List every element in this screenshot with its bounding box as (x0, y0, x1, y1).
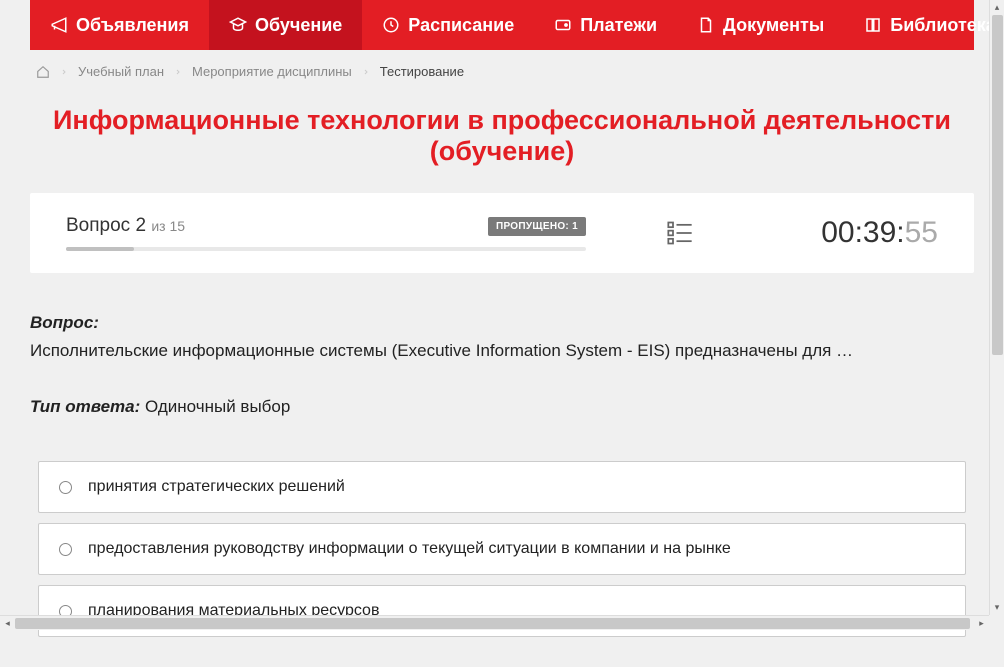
chevron-right-icon (174, 66, 182, 78)
book-icon (864, 16, 882, 34)
question-text: Исполнительские информационные системы (… (30, 341, 974, 361)
radio-icon (59, 481, 72, 494)
graduation-icon (229, 16, 247, 34)
question-list-icon[interactable] (666, 219, 694, 247)
nav-announcements[interactable]: Объявления (30, 0, 209, 50)
breadcrumb-current: Тестирование (380, 64, 464, 79)
answer-text: принятия стратегических решений (88, 478, 345, 496)
progress-fill (66, 247, 134, 251)
scroll-up-arrow-icon[interactable]: ▴ (990, 0, 1004, 15)
answers-list: принятия стратегических решений предоста… (30, 461, 974, 637)
breadcrumb-link-plan[interactable]: Учебный план (78, 64, 164, 79)
chevron-right-icon (60, 66, 68, 78)
answer-type-label: Тип ответа: (30, 397, 140, 416)
scroll-left-arrow-icon[interactable]: ◂ (0, 616, 15, 630)
answer-option[interactable]: предоставления руководству информации о … (38, 523, 966, 575)
chevron-right-icon (362, 66, 370, 78)
home-icon[interactable] (36, 65, 50, 79)
megaphone-icon (50, 16, 68, 34)
scroll-right-arrow-icon[interactable]: ▸ (974, 616, 989, 630)
answer-type: Тип ответа: Одиночный выбор (30, 397, 974, 417)
question-status-bar: Вопрос 2 из 15 ПРОПУЩЕНО: 1 00:39:55 (30, 193, 974, 273)
nav-documents[interactable]: Документы (677, 0, 844, 50)
breadcrumb-link-event[interactable]: Мероприятие дисциплины (192, 64, 352, 79)
timer: 00:39:55 (821, 216, 938, 250)
progress-bar (66, 247, 586, 251)
nav-library[interactable]: Библиотека (844, 0, 1004, 50)
question-number: Вопрос 2 (66, 215, 151, 236)
nav-label: Платежи (580, 15, 657, 36)
vertical-scrollbar[interactable]: ▴ ▾ (989, 0, 1004, 615)
breadcrumb: Учебный план Мероприятие дисциплины Тест… (0, 50, 1004, 93)
scroll-thumb[interactable] (15, 618, 970, 629)
nav-schedule[interactable]: Расписание (362, 0, 534, 50)
nav-label: Расписание (408, 15, 514, 36)
question-progress: Вопрос 2 из 15 ПРОПУЩЕНО: 1 (66, 215, 586, 251)
nav-label: Объявления (76, 15, 189, 36)
question-total: из 15 (151, 218, 185, 234)
scroll-thumb[interactable] (992, 15, 1003, 355)
nav-label: Библиотека (890, 15, 996, 36)
answer-option[interactable]: принятия стратегических решений (38, 461, 966, 513)
answer-text: предоставления руководству информации о … (88, 540, 731, 558)
timer-seconds: 55 (905, 216, 938, 250)
question-heading: Вопрос: (30, 313, 974, 333)
skipped-badge: ПРОПУЩЕНО: 1 (488, 217, 586, 236)
nav-payments[interactable]: Платежи (534, 0, 677, 50)
nav-education[interactable]: Обучение (209, 0, 362, 50)
question-content: Вопрос: Исполнительские информационные с… (0, 273, 1004, 667)
scroll-down-arrow-icon[interactable]: ▾ (990, 600, 1004, 615)
clock-icon (382, 16, 400, 34)
main-navbar: Объявления Обучение Расписание Платежи Д… (30, 0, 974, 50)
timer-main: 00:39: (821, 216, 904, 250)
answer-type-value: Одиночный выбор (145, 397, 290, 416)
page-title: Информационные технологии в профессионал… (0, 93, 1004, 193)
wallet-icon (554, 16, 572, 34)
nav-label: Обучение (255, 15, 342, 36)
document-icon (697, 16, 715, 34)
radio-icon (59, 543, 72, 556)
scrollbar-corner (989, 615, 1004, 630)
nav-label: Документы (723, 15, 824, 36)
horizontal-scrollbar[interactable]: ◂ ▸ (0, 615, 1004, 630)
